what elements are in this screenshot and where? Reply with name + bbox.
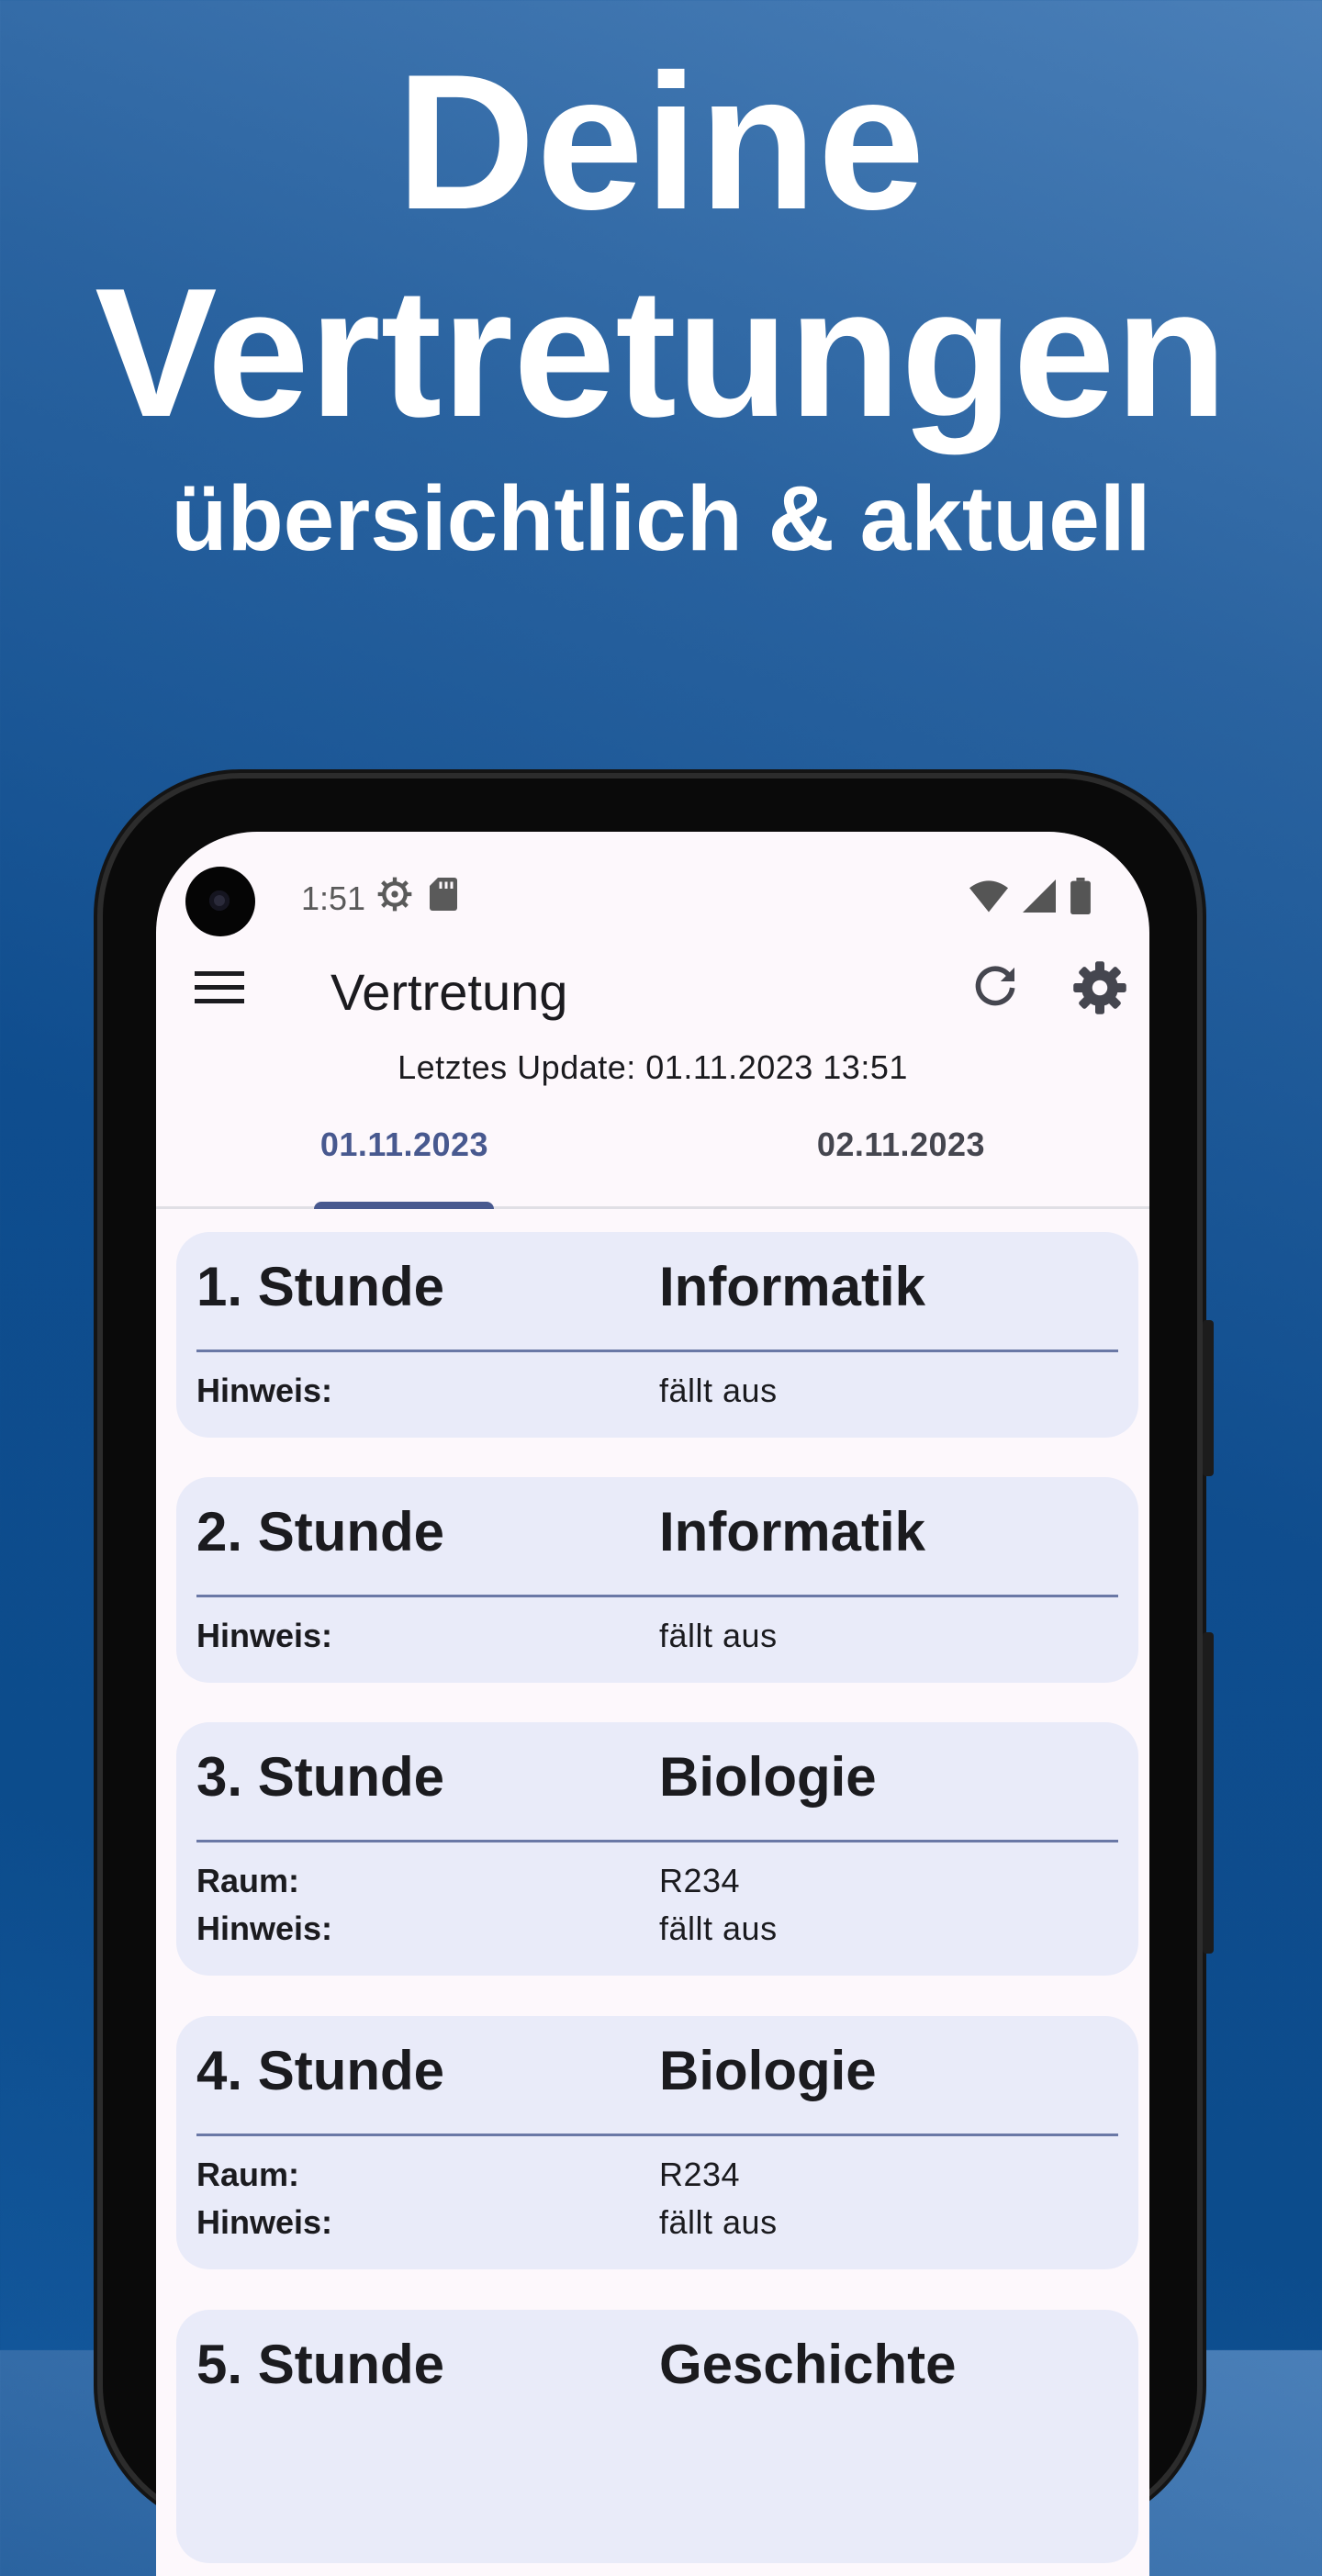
period-label: 1. Stunde	[196, 1256, 445, 1317]
tab-date-2[interactable]: 02.11.2023	[653, 1126, 1149, 1164]
detail-row: Hinweis: fällt aus	[196, 1372, 1118, 1421]
app-bar: Vertretung	[156, 942, 1149, 1034]
period-label: 4. Stunde	[196, 2040, 445, 2101]
detail-row: Hinweis: fällt aus	[196, 1910, 1118, 1959]
gear-icon[interactable]	[1072, 960, 1127, 1015]
divider	[196, 1350, 1118, 1352]
tab-indicator	[314, 1202, 494, 1209]
phone-frame: 1:51 Vertretung Letztes Update: 01.11.20…	[103, 778, 1214, 2576]
subject-label: Informatik	[659, 1501, 926, 1562]
period-label: 2. Stunde	[196, 1501, 445, 1562]
last-update-text: Letztes Update: 01.11.2023 13:51	[398, 1048, 908, 1086]
subject-label: Informatik	[659, 1256, 926, 1317]
date-tabs: 01.11.2023 02.11.2023	[156, 1107, 1149, 1209]
divider	[196, 1595, 1118, 1597]
sd-card-icon	[430, 878, 457, 911]
settings-gear-icon	[377, 877, 412, 912]
list-item[interactable]: 4. Stunde Biologie Raum: R234 Hinweis: f…	[176, 2016, 1138, 2269]
subject-label: Geschichte	[659, 2334, 957, 2395]
period-label: 3. Stunde	[196, 1746, 445, 1808]
detail-row: Hinweis: fällt aus	[196, 2203, 1118, 2253]
period-label: 5. Stunde	[196, 2334, 445, 2395]
menu-icon[interactable]	[195, 969, 244, 1006]
detail-key: Raum:	[196, 1862, 300, 1899]
divider	[196, 2134, 1118, 2136]
status-icons-left	[376, 876, 457, 913]
promo-subheadline: übersichtlich & aktuell	[171, 467, 1151, 570]
detail-value: fällt aus	[659, 1617, 778, 1654]
tab-date-1[interactable]: 01.11.2023	[156, 1126, 653, 1164]
detail-row: Raum: R234	[196, 1862, 1118, 1911]
battery-icon	[1070, 878, 1091, 914]
detail-key: Hinweis:	[196, 1910, 333, 1947]
detail-row: Raum: R234	[196, 2156, 1118, 2205]
detail-key: Hinweis:	[196, 1617, 333, 1654]
status-icons-right	[969, 878, 1091, 914]
signal-icon	[1023, 879, 1056, 913]
detail-value: fällt aus	[659, 1910, 778, 1947]
list-item[interactable]: 5. Stunde Geschichte	[176, 2310, 1138, 2563]
detail-key: Raum:	[196, 2156, 300, 2193]
detail-key: Hinweis:	[196, 2203, 333, 2241]
list-item[interactable]: 3. Stunde Biologie Raum: R234 Hinweis: f…	[176, 1722, 1138, 1976]
promo-headline-line1: Deine	[396, 34, 926, 250]
detail-key: Hinweis:	[196, 1372, 333, 1409]
list-item[interactable]: 2. Stunde Informatik Hinweis: fällt aus	[176, 1477, 1138, 1683]
refresh-icon[interactable]	[969, 962, 1021, 1014]
status-time: 1:51	[301, 879, 366, 917]
power-button	[1203, 1632, 1214, 1954]
promo-headline-line2: Vertretungen	[95, 251, 1227, 455]
detail-value: R234	[659, 1862, 741, 1899]
divider	[196, 1840, 1118, 1842]
subject-label: Biologie	[659, 1746, 877, 1808]
front-camera	[185, 867, 255, 936]
volume-button	[1203, 1320, 1214, 1476]
detail-value: R234	[659, 2156, 741, 2193]
list-item[interactable]: 1. Stunde Informatik Hinweis: fällt aus	[176, 1232, 1138, 1438]
wifi-icon	[969, 880, 1008, 913]
detail-value: fällt aus	[659, 2203, 778, 2241]
detail-row: Hinweis: fällt aus	[196, 1617, 1118, 1666]
app-title: Vertretung	[330, 963, 568, 1021]
app-screen: 1:51 Vertretung Letztes Update: 01.11.20…	[156, 832, 1149, 2576]
subject-label: Biologie	[659, 2040, 877, 2101]
detail-value: fällt aus	[659, 1372, 778, 1409]
